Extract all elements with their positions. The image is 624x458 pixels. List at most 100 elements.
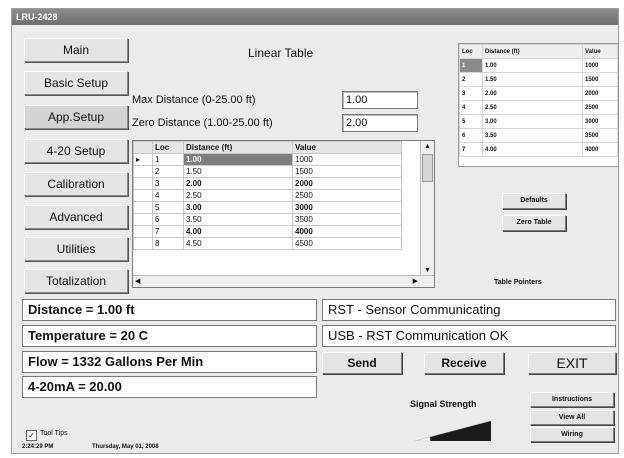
app-window: LRU-2428 Main Basic Setup App.Setup 4-20… — [11, 8, 619, 454]
pointer-cell-value: 2000 — [582, 86, 618, 101]
row-selector — [133, 213, 153, 226]
linear-table-heading: Linear Table — [248, 46, 314, 60]
row-selector — [133, 237, 153, 250]
table-row: 4 2.50 2500 — [459, 100, 618, 115]
send-button[interactable]: Send — [322, 352, 402, 374]
grid-col-value: Value — [292, 141, 402, 154]
max-distance-label: Max Distance (0-25.00 ft) — [132, 94, 256, 106]
grid-cell-distance[interactable]: 1.50 — [183, 165, 293, 178]
max-distance-input[interactable]: 1.00 — [342, 91, 418, 109]
nav-advanced-button[interactable]: Advanced — [24, 205, 128, 229]
table-row: 1 1.00 1000 — [459, 58, 618, 73]
grid-row-selector-header — [133, 141, 153, 154]
exit-button[interactable]: EXIT — [528, 352, 616, 374]
grid-cell-value[interactable]: 2000 — [292, 177, 402, 190]
grid-cell-loc: 4 — [152, 189, 184, 202]
zero-distance-label: Zero Distance (1.00-25.00 ft) — [132, 117, 273, 129]
nav-main-button[interactable]: Main — [24, 38, 128, 62]
pointer-cell-distance: 2.00 — [482, 86, 583, 101]
pointer-cell-loc: 1 — [459, 58, 483, 73]
grid-cell-value[interactable]: 3000 — [292, 201, 402, 214]
grid-cell-distance-selected[interactable]: 1.00 — [183, 153, 293, 166]
row-pointer-icon: ▸ — [133, 153, 153, 166]
ma-readout: 4-20mA = 20.00 — [22, 376, 317, 398]
pointers-col-value: Value — [582, 44, 618, 59]
grid-cell-value[interactable]: 1000 — [292, 153, 402, 166]
table-row[interactable]: 2 1.50 1500 — [133, 165, 402, 178]
tool-tips-checkbox[interactable]: ✓ — [26, 430, 37, 441]
grid-cell-distance[interactable]: 3.50 — [183, 213, 293, 226]
grid-cell-value[interactable]: 2500 — [292, 189, 402, 202]
pointer-cell-value: 3000 — [582, 114, 618, 129]
grid-cell-value[interactable]: 1500 — [292, 165, 402, 178]
table-row: 5 3.00 3000 — [459, 114, 618, 129]
flow-readout: Flow = 1332 Gallons Per Min — [22, 351, 317, 373]
scroll-right-icon[interactable]: ▶ — [413, 276, 418, 287]
grid-cell-loc: 5 — [152, 201, 184, 214]
table-row: 2 1.50 1500 — [459, 72, 618, 87]
pointers-col-distance: Distance (ft) — [482, 44, 583, 59]
grid-cell-distance[interactable]: 3.00 — [183, 201, 293, 214]
grid-col-distance: Distance (ft) — [183, 141, 293, 154]
nav-basic-setup-button[interactable]: Basic Setup — [24, 71, 128, 95]
table-row[interactable]: 8 4.50 4500 — [133, 237, 402, 250]
grid-horizontal-scrollbar[interactable]: ◀ ▶ — [133, 275, 434, 287]
scroll-left-icon[interactable]: ◀ — [135, 276, 140, 287]
grid-cell-distance[interactable]: 2.00 — [183, 177, 293, 190]
table-row: 3 2.00 2000 — [459, 86, 618, 101]
pointer-cell-distance: 3.00 — [482, 114, 583, 129]
grid-cell-distance[interactable]: 2.50 — [183, 189, 293, 202]
table-row[interactable]: 6 3.50 3500 — [133, 213, 402, 226]
view-all-button[interactable]: View All — [530, 410, 614, 425]
table-row[interactable]: 7 4.00 4000 — [133, 225, 402, 238]
pointer-cell-distance: 4.00 — [482, 142, 583, 157]
table-row[interactable]: ▸ 1 1.00 1000 — [133, 153, 402, 166]
grid-cell-loc: 3 — [152, 177, 184, 190]
grid-cell-value[interactable]: 4500 — [292, 237, 402, 250]
nav-utilities-button[interactable]: Utilities — [24, 237, 128, 261]
nav-app-setup-button[interactable]: App.Setup — [24, 105, 128, 129]
zero-table-button[interactable]: Zero Table — [502, 215, 566, 231]
receive-button[interactable]: Receive — [424, 352, 504, 374]
footer-date: Thursday, May 01, 2008 — [92, 444, 159, 450]
grid-col-loc: Loc — [152, 141, 184, 154]
grid-cell-value[interactable]: 4000 — [292, 225, 402, 238]
instructions-button[interactable]: Instructions — [530, 392, 614, 407]
defaults-button[interactable]: Defaults — [502, 193, 566, 209]
scroll-thumb[interactable] — [422, 154, 433, 182]
pointer-cell-distance: 3.50 — [482, 128, 583, 143]
nav-4-20-setup-button[interactable]: 4-20 Setup — [24, 139, 128, 163]
table-row: 7 4.00 4000 — [459, 142, 618, 157]
grid-vertical-scrollbar[interactable]: ▲ ▼ — [420, 141, 434, 276]
row-selector — [133, 189, 153, 202]
grid-cell-loc: 7 — [152, 225, 184, 238]
grid-cell-distance[interactable]: 4.00 — [183, 225, 293, 238]
grid-cell-distance[interactable]: 4.50 — [183, 237, 293, 250]
wiring-button[interactable]: Wiring — [530, 427, 614, 442]
scroll-up-icon[interactable]: ▲ — [421, 141, 434, 152]
tool-tips-label: Tool Tips — [40, 430, 68, 437]
signal-strength-meter — [414, 420, 492, 442]
pointer-cell-value: 1500 — [582, 72, 618, 87]
grid-cell-value[interactable]: 3500 — [292, 213, 402, 226]
table-row[interactable]: 4 2.50 2500 — [133, 189, 402, 202]
zero-distance-input[interactable]: 2.00 — [342, 114, 418, 132]
grid-cell-loc: 8 — [152, 237, 184, 250]
title-bar: LRU-2428 — [12, 9, 618, 25]
footer-time: 2:24:29 PM — [22, 444, 54, 450]
pointer-cell-value: 2500 — [582, 100, 618, 115]
pointer-cell-distance: 1.00 — [482, 58, 583, 73]
pointer-cell-loc: 4 — [459, 100, 483, 115]
row-selector — [133, 177, 153, 190]
table-pointers-caption: Table Pointers — [494, 279, 542, 286]
usb-status: USB - RST Communication OK — [322, 325, 616, 347]
table-row[interactable]: 3 2.00 2000 — [133, 177, 402, 190]
pointer-cell-loc: 5 — [459, 114, 483, 129]
rst-status: RST - Sensor Communicating — [322, 299, 616, 321]
grid-cell-loc: 2 — [152, 165, 184, 178]
nav-calibration-button[interactable]: Calibration — [24, 172, 128, 196]
linear-table-grid[interactable]: Loc Distance (ft) Value ▸ 1 1.00 1000 2 … — [132, 140, 435, 288]
table-row[interactable]: 5 3.00 3000 — [133, 201, 402, 214]
nav-totalization-button[interactable]: Totalization — [24, 269, 128, 293]
signal-strength-label: Signal Strength — [410, 399, 477, 409]
